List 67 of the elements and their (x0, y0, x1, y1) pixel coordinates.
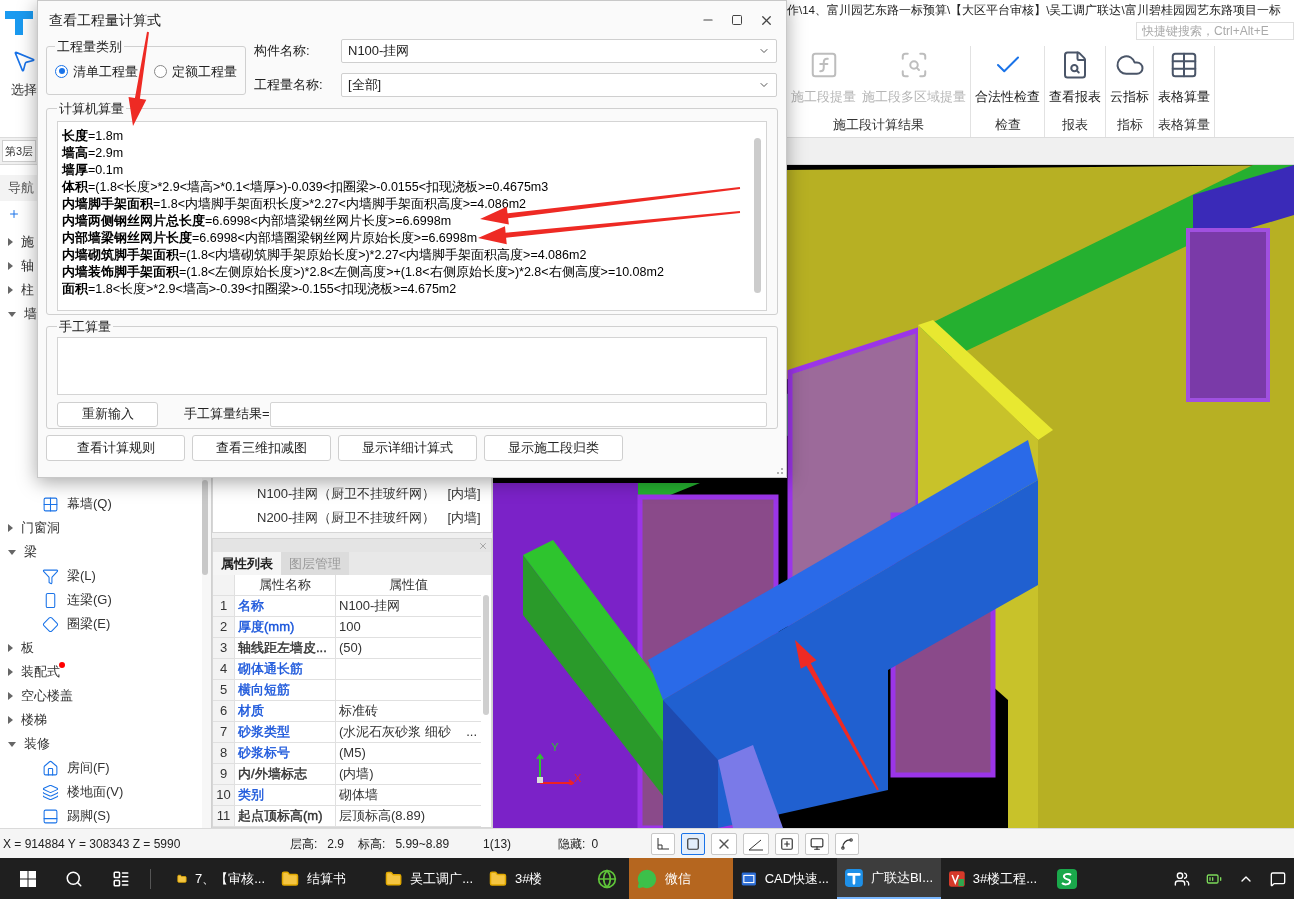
property-value: 100 (339, 618, 361, 637)
property-name: 轴线距左墙皮... (238, 639, 327, 658)
field-label: 手工算量结果= (184, 405, 270, 424)
row-number: 8 (213, 743, 235, 763)
property-name: 厚度(mm) (238, 618, 295, 637)
property-value: (水泥石灰砂浆 细砂 (339, 723, 451, 742)
ribbon-group-label: 施工段计算结果 (832, 116, 925, 134)
property-name: 砂浆类型 (238, 723, 290, 742)
component-type: [内墙] (447, 485, 481, 504)
component-name: N100-挂网（厨卫不挂玻纤网） (257, 485, 436, 504)
axis-label: X (574, 773, 582, 784)
property-name: 横向短筋 (238, 681, 290, 700)
status-label: 隐藏: (558, 835, 586, 853)
property-name: 内/外墙标志 (238, 765, 307, 784)
component-type: [内墙] (447, 509, 481, 528)
row-number: 2 (213, 617, 235, 637)
formula-line: 内墙两侧钢丝网片总长度=6.6998<内部墙梁钢丝网片长度>=6.6998m (62, 212, 452, 230)
status-value: 0 (591, 835, 600, 853)
property-value: (内墙) (339, 765, 374, 784)
coordinates-readout: X = 914884 Y = 308343 Z = 5990 (2, 835, 182, 853)
ribbon-group-label: 指标 (1115, 116, 1144, 134)
axis-label: Y (551, 742, 559, 753)
row-number: 6 (213, 701, 235, 721)
ribbon-group-label: 表格算量 (1158, 116, 1210, 134)
formula-line: 内墙装饰脚手架面积=(1.8<左侧原始长度>)*2.8<左侧高度>+(1.8<右侧原始长度>)*2.8<右侧高度>=10.08m2 (62, 263, 664, 281)
property-value: 砌体墙 (339, 786, 378, 805)
formula-line: 长度=1.8m (62, 127, 124, 145)
status-value: 2.9 (327, 835, 345, 853)
property-name: 名称 (238, 597, 264, 616)
selection-count: 1(13) (483, 835, 513, 853)
field-label: 构件名称: (254, 42, 311, 61)
formula-line: 内部墙梁钢丝网片长度=6.6998<内部墙圈梁钢丝网片原始长度>=6.6998m (62, 229, 478, 247)
property-name: 砌体通长筋 (238, 660, 303, 679)
property-name: 类别 (238, 786, 264, 805)
formula-line: 墙高=2.9m (62, 144, 124, 162)
group-title: 工程量类别 (56, 38, 123, 56)
row-number: 9 (213, 764, 235, 784)
row-number: 3 (213, 638, 235, 658)
ribbon-group-label: 报表 (1061, 116, 1089, 134)
row-number: 11 (213, 806, 235, 826)
dialog-title: 查看工程量计算式 (49, 10, 161, 30)
row-number: 7 (213, 722, 235, 742)
component-name: N200-挂网（厨卫不挂玻纤网） (257, 509, 436, 528)
formula-line: 面积=1.8<长度>*2.9<墙高>-0.39<扣圈梁>-0.155<扣现浇板>=4.675m2 (62, 280, 457, 298)
column-header: 属性名称 (235, 575, 336, 595)
row-number: 1 (213, 596, 235, 616)
property-value: (M5) (339, 744, 366, 763)
row-number: 10 (213, 785, 235, 805)
ribbon-group-label: 检查 (993, 116, 1022, 134)
group-title: 手工算量 (58, 318, 112, 336)
formula-line: 内墙砌筑脚手架面积=(1.8<内墙砌筑脚手架原始长度>)*2.27<内墙脚手架面积高度>=4.086m2 (62, 246, 587, 264)
property-value: (50) (339, 639, 363, 658)
status-label: 层高: (290, 835, 318, 853)
column-header: 属性值 (388, 576, 429, 595)
document-path: 作\14、富川园艺东路一标预算\【大区平台审核】\吴工调广联达\富川碧桂园园艺东路项目一标 (787, 3, 1282, 19)
property-name: 起点顶标高(m) (238, 807, 323, 826)
row-number: 5 (213, 680, 235, 700)
property-value: N100-挂网 (339, 597, 401, 616)
field-label: 工程量名称: (254, 76, 324, 95)
property-value: 标准砖 (339, 702, 378, 721)
property-name: 材质 (238, 702, 264, 721)
property-value: 层顶标高(8.89) (339, 807, 425, 826)
row-number: 4 (213, 659, 235, 679)
property-name: 砂浆标号 (238, 744, 290, 763)
group-title: 计算机算量 (58, 100, 125, 118)
status-value: 5.99~8.89 (395, 835, 450, 853)
status-label: 标高: (358, 835, 386, 853)
